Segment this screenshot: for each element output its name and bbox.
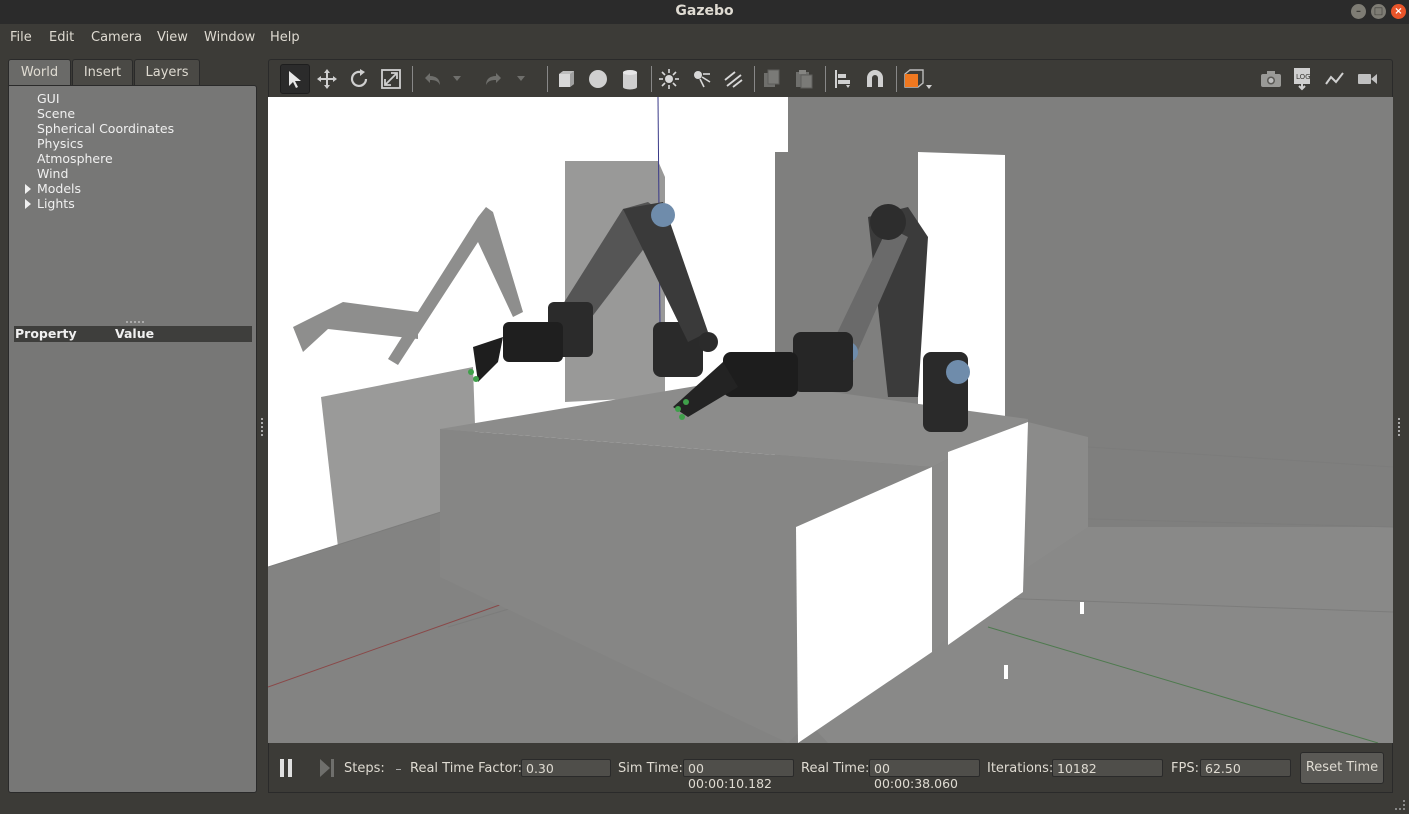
tree-item-atmosphere[interactable]: Atmosphere: [37, 151, 113, 166]
toolbar: LOG: [268, 59, 1393, 97]
toolbar-separator: [547, 66, 548, 92]
title-bar: Gazebo – □ ×: [0, 0, 1409, 24]
tree-item-wind[interactable]: Wind: [37, 166, 68, 181]
menu-view[interactable]: View: [157, 30, 188, 45]
scene-render: [268, 97, 1393, 743]
real-time-factor-field: 0.30: [521, 759, 611, 777]
scale-icon[interactable]: [376, 64, 406, 94]
minimize-button[interactable]: –: [1351, 4, 1366, 19]
log-icon[interactable]: LOG: [1288, 64, 1318, 94]
tab-world[interactable]: World: [8, 59, 71, 85]
reset-time-button[interactable]: Reset Time: [1300, 752, 1384, 784]
step-icon[interactable]: [319, 759, 335, 777]
steps-label: Steps:: [344, 761, 385, 776]
maximize-button[interactable]: □: [1371, 4, 1386, 19]
menu-bar: File Edit Camera View Window Help: [0, 24, 1409, 52]
menu-file[interactable]: File: [10, 30, 32, 45]
tree-item-physics[interactable]: Physics: [37, 136, 83, 151]
fps-field: 62.50: [1200, 759, 1291, 777]
tab-insert[interactable]: Insert: [72, 59, 133, 85]
undo-dropdown-icon[interactable]: [449, 64, 465, 94]
rotate-icon[interactable]: [344, 64, 374, 94]
menu-window[interactable]: Window: [204, 30, 255, 45]
real-time-field: 00 00:00:38.060: [869, 759, 980, 791]
translate-icon[interactable]: [312, 64, 342, 94]
toolbar-separator: [651, 66, 652, 92]
undo-icon[interactable]: [417, 64, 447, 94]
snap-icon[interactable]: [860, 64, 890, 94]
right-splitter-handle[interactable]: [1398, 418, 1401, 436]
point-light-icon[interactable]: [654, 64, 684, 94]
screenshot-icon[interactable]: [1256, 64, 1286, 94]
left-splitter-handle[interactable]: [261, 418, 264, 436]
redo-icon[interactable]: [479, 64, 509, 94]
plot-icon[interactable]: [1320, 64, 1350, 94]
close-button[interactable]: ×: [1391, 4, 1406, 19]
video-record-icon[interactable]: [1352, 64, 1382, 94]
spot-light-icon[interactable]: [686, 64, 716, 94]
redo-dropdown-icon[interactable]: [513, 64, 529, 94]
menu-help[interactable]: Help: [270, 30, 300, 45]
menu-edit[interactable]: Edit: [49, 30, 74, 45]
scene-viewport[interactable]: [268, 97, 1393, 743]
menu-camera[interactable]: Camera: [91, 30, 142, 45]
expand-arrow-icon[interactable]: [25, 184, 31, 194]
box-icon[interactable]: [551, 64, 581, 94]
sim-time-label: Sim Time:: [618, 761, 683, 776]
toolbar-separator: [754, 66, 755, 92]
tree-item-models[interactable]: Models: [37, 181, 81, 196]
select-icon[interactable]: [280, 64, 310, 94]
tree-item-spherical-coordinates[interactable]: Spherical Coordinates: [37, 121, 174, 136]
fps-label: FPS:: [1171, 761, 1199, 776]
tree-item-gui[interactable]: GUI: [37, 91, 60, 106]
real-time-label: Real Time:: [801, 761, 870, 776]
copy-icon[interactable]: [757, 64, 787, 94]
toolbar-separator: [412, 66, 413, 92]
status-bar: Steps: Real Time Factor: 0.30 Sim Time: …: [268, 743, 1393, 793]
tree-item-scene[interactable]: Scene: [37, 106, 75, 121]
iterations-label: Iterations:: [987, 761, 1054, 776]
steps-spinbox[interactable]: [396, 769, 401, 770]
tree-item-lights[interactable]: Lights: [37, 196, 75, 211]
iterations-field: 10182: [1052, 759, 1163, 777]
cylinder-icon[interactable]: [615, 64, 645, 94]
real-time-factor-label: Real Time Factor:: [410, 761, 523, 776]
window-title: Gazebo: [675, 3, 734, 19]
property-table-header: Property Value: [14, 326, 252, 342]
paste-icon[interactable]: [789, 64, 819, 94]
tab-layers[interactable]: Layers: [134, 59, 200, 85]
view-angle-icon[interactable]: [899, 64, 935, 94]
pause-button[interactable]: [280, 759, 294, 777]
toolbar-separator: [896, 66, 897, 92]
sphere-icon[interactable]: [583, 64, 613, 94]
value-column-header: Value: [115, 326, 155, 341]
resize-grip-icon[interactable]: [1395, 800, 1405, 810]
directional-light-icon[interactable]: [718, 64, 748, 94]
property-column-header: Property: [15, 326, 77, 341]
world-panel: GUI Scene Spherical Coordinates Physics …: [8, 85, 257, 793]
svg-text:LOG: LOG: [1296, 73, 1311, 81]
toolbar-separator: [825, 66, 826, 92]
expand-arrow-icon[interactable]: [25, 199, 31, 209]
align-icon[interactable]: [828, 64, 858, 94]
panel-splitter[interactable]: [126, 321, 144, 323]
sim-time-field: 00 00:00:10.182: [683, 759, 794, 791]
